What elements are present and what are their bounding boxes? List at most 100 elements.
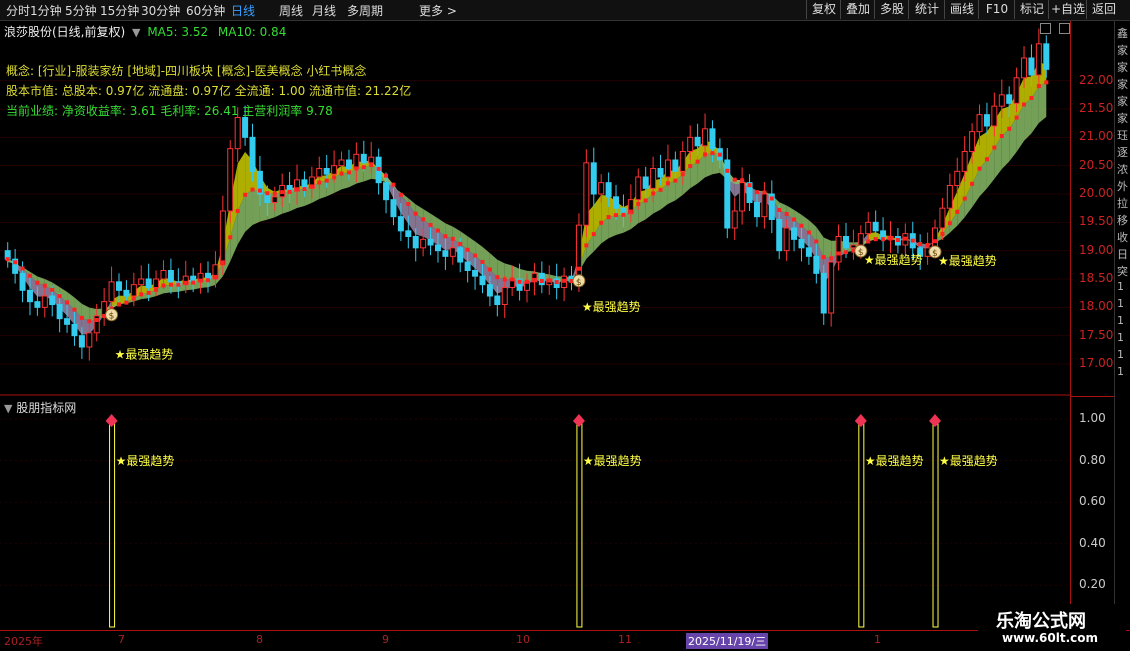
date-label: 7 (118, 633, 125, 646)
ma-marker (755, 190, 759, 194)
period-3[interactable]: 15分钟 (100, 2, 139, 19)
toolbar-button-0[interactable]: 复权 (806, 0, 841, 19)
period-7[interactable]: 周线 (279, 2, 303, 19)
side-panel-char: 鑫 (1117, 25, 1128, 41)
ma-marker (206, 278, 210, 282)
ma-marker (50, 288, 54, 292)
toolbar-button-6[interactable]: 标记 (1014, 0, 1049, 19)
candle-body (992, 106, 997, 126)
period-6[interactable]: 日线 (231, 2, 255, 19)
candle-body (139, 279, 144, 285)
candle-body (814, 256, 819, 273)
trend-band-lower (505, 263, 512, 279)
candle-body (843, 237, 848, 248)
ma-marker (280, 190, 284, 194)
period-0[interactable]: 分时 (6, 2, 30, 19)
ma-marker (896, 238, 900, 242)
restore-icon[interactable] (1059, 23, 1070, 34)
stock-title[interactable]: 浪莎股份(日线,前复权) (4, 25, 125, 39)
watermark-url: www.60lt.com (1002, 631, 1098, 645)
period-1[interactable]: 1分钟 (30, 2, 62, 19)
chevron-down-icon[interactable]: ▼ (4, 402, 12, 415)
period-5[interactable]: 60分钟 (186, 2, 225, 19)
candle-body (710, 129, 715, 149)
candle-body (42, 296, 47, 307)
indicator-chart[interactable]: ★最强趋势★最强趋势★最强趋势★最强趋势 (0, 397, 1070, 630)
candle-body (695, 137, 700, 146)
candle-body (228, 149, 233, 211)
candle-body (1044, 44, 1049, 70)
candle-body (421, 239, 426, 248)
toolbar-button-5[interactable]: F10 (978, 0, 1015, 19)
candle-body (413, 237, 418, 248)
ma-marker (629, 209, 633, 213)
minimize-icon[interactable] (1040, 23, 1051, 34)
candle-body (858, 234, 863, 245)
ma-marker (881, 237, 885, 241)
toolbar-button-2[interactable]: 多股 (874, 0, 909, 19)
ma-marker (822, 255, 826, 259)
money-bag-glyph: $ (932, 249, 938, 259)
ma-marker (80, 316, 84, 320)
candle-body (873, 222, 878, 231)
period-10[interactable]: 更多 > (419, 2, 457, 19)
period-8[interactable]: 月线 (312, 2, 336, 19)
toolbar-button-1[interactable]: 叠加 (840, 0, 875, 19)
ma-marker (1029, 96, 1033, 100)
candle-body (777, 220, 782, 251)
period-toolbar: 分时1分钟5分钟15分钟30分钟 60分钟日线 周线月线多周期 更多 > 复权叠加多股统… (0, 0, 1130, 21)
trend-band-lower (297, 189, 304, 208)
ma-marker (844, 250, 848, 254)
candle-body (168, 271, 173, 282)
candle-body (762, 194, 767, 217)
price-tick: 19.50 (1079, 214, 1113, 228)
ma-marker (436, 229, 440, 233)
period-4[interactable]: 30分钟 (141, 2, 180, 19)
signal-label: ★最强趋势 (583, 454, 642, 468)
period-2[interactable]: 5分钟 (65, 2, 97, 19)
ma-marker (176, 283, 180, 287)
ma-marker (95, 318, 99, 322)
candle-body (1022, 58, 1027, 78)
date-label: 2025年 (4, 633, 43, 649)
toolbar-button-7[interactable]: +自选 (1048, 0, 1087, 19)
candle-body (1029, 58, 1034, 75)
toolbar-button-4[interactable]: 画线 (944, 0, 979, 19)
side-panel-char: 家 (1117, 110, 1128, 126)
candle-body (458, 248, 463, 262)
period-9[interactable]: 多周期 (347, 2, 383, 19)
toolbar-button-8[interactable]: 返回 (1086, 0, 1121, 19)
ma-marker (325, 179, 329, 183)
ma-marker (421, 217, 425, 221)
ma-marker (592, 232, 596, 236)
candle-body (480, 276, 485, 285)
ma-marker (58, 294, 62, 298)
indicator-title[interactable]: 股朋指标网 (16, 401, 76, 415)
capital-info: 股本市值: 总股本: 0.97亿 流通盘: 0.97亿 全流通: 1.00 流通… (6, 82, 411, 99)
candle-body (799, 239, 804, 248)
candle-body (450, 248, 455, 256)
candle-body (131, 285, 136, 296)
candle-body (161, 271, 166, 280)
price-tick: 17.50 (1079, 328, 1113, 342)
signal-label: ★最强趋势 (864, 253, 923, 267)
candle-body (836, 237, 841, 263)
ma-marker (963, 197, 967, 201)
candle-body (272, 197, 277, 203)
toolbar-button-3[interactable]: 统计 (908, 0, 945, 19)
candle-body (495, 296, 500, 305)
date-label: 9 (382, 633, 389, 646)
candle-body (821, 273, 826, 313)
price-axis: 22.0021.5021.0020.5020.0019.5019.0018.50… (1070, 21, 1115, 630)
ma-marker (614, 213, 618, 217)
indicator-tick: 0.80 (1079, 453, 1106, 467)
trend-band-lower (616, 215, 623, 235)
ma-marker (43, 284, 47, 288)
candle-body (947, 186, 952, 209)
ma-marker (451, 237, 455, 241)
chevron-down-icon[interactable]: ▼ (132, 26, 140, 39)
trend-band-lower (705, 153, 712, 177)
ma-marker (288, 190, 292, 194)
price-tick: 20.00 (1079, 186, 1113, 200)
ma5-legend: MA5: 3.52 (147, 25, 208, 39)
